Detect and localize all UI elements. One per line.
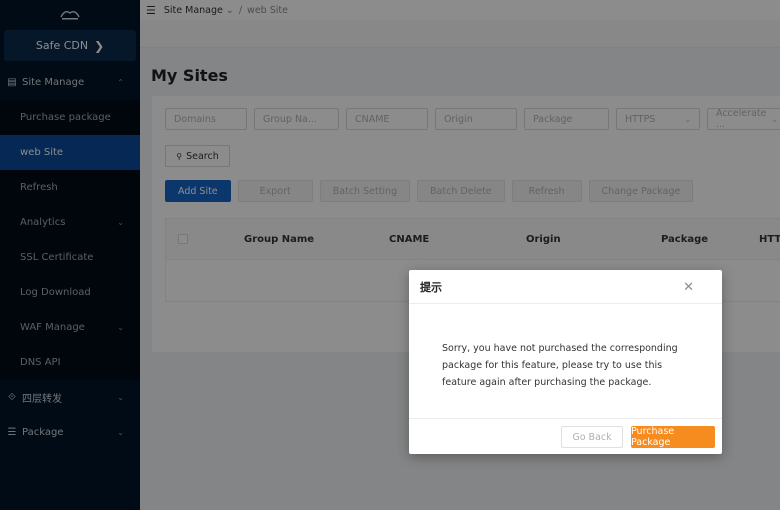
dialog-header: 提示 ✕ — [409, 270, 722, 304]
dialog-footer: Go Back Purchase Package — [409, 418, 722, 454]
dialog-message: Sorry, you have not purchased the corres… — [442, 343, 678, 388]
go-back-button[interactable]: Go Back — [561, 426, 623, 448]
dialog-title: 提示 — [420, 280, 442, 294]
close-icon[interactable]: ✕ — [683, 280, 694, 295]
notice-dialog: 提示 ✕ Sorry, you have not purchased the c… — [409, 270, 722, 454]
purchase-package-button[interactable]: Purchase Package — [631, 426, 715, 448]
